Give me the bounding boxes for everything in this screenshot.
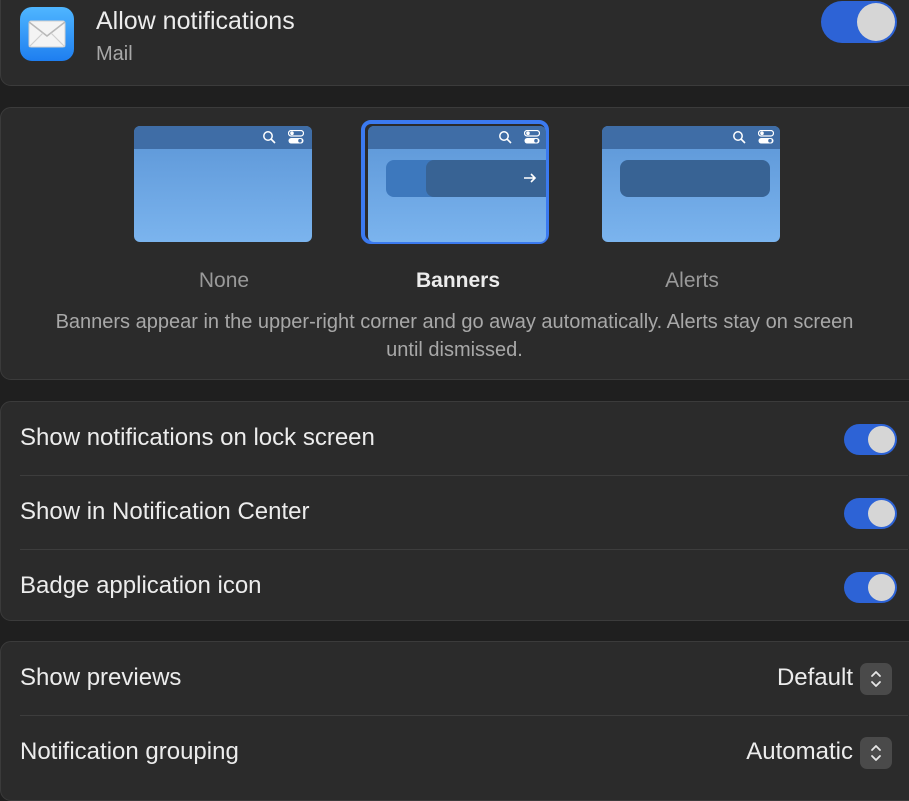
toggle-knob <box>868 500 895 527</box>
badge-icon-row: Badge application icon <box>1 550 909 624</box>
alert-card <box>620 160 770 197</box>
show-previews-value[interactable]: Default <box>777 664 853 692</box>
allow-notifications-label: Allow notifications <box>96 7 295 35</box>
banners-preview-thumbnail <box>368 126 546 242</box>
search-icon <box>732 130 746 149</box>
toggle-knob <box>857 3 895 41</box>
alert-style-option-alerts[interactable]: Alerts <box>602 126 782 292</box>
menu-bar <box>602 126 780 149</box>
lock-screen-label: Show notifications on lock screen <box>20 424 375 451</box>
control-center-icon <box>523 129 541 149</box>
toggle-knob <box>868 574 895 601</box>
allow-notifications-toggle[interactable] <box>821 1 897 43</box>
alert-style-label: None <box>198 269 250 292</box>
app-name-label: Mail <box>96 43 133 65</box>
show-previews-label: Show previews <box>20 664 182 691</box>
allow-notifications-card: Allow notifications Mail <box>0 0 909 86</box>
alert-style-card: None Banners Alerts Banners appear in th… <box>0 107 909 380</box>
search-icon <box>262 130 276 149</box>
search-icon <box>498 130 512 149</box>
notification-center-row: Show in Notification Center <box>1 476 909 550</box>
alert-style-label: Alerts <box>665 269 719 292</box>
badge-icon-label: Badge application icon <box>20 572 262 599</box>
chevron-up-down-icon[interactable] <box>860 737 892 769</box>
lock-screen-row: Show notifications on lock screen <box>1 402 909 476</box>
alert-style-label: Banners <box>415 269 501 292</box>
notification-grouping-value[interactable]: Automatic <box>746 738 853 766</box>
notification-grouping-row: Notification grouping Automatic <box>1 716 909 790</box>
lock-screen-toggle[interactable] <box>844 424 897 455</box>
show-previews-row: Show previews Default <box>1 642 909 716</box>
alert-style-option-banners[interactable]: Banners <box>361 120 549 292</box>
control-center-icon <box>287 129 305 149</box>
menu-bar <box>134 126 312 149</box>
notification-center-label: Show in Notification Center <box>20 498 310 525</box>
toggle-knob <box>868 426 895 453</box>
none-preview-thumbnail <box>134 126 312 242</box>
menu-bar <box>368 126 546 149</box>
badge-icon-toggle[interactable] <box>844 572 897 603</box>
alerts-preview-thumbnail <box>602 126 780 242</box>
alert-style-description: Banners appear in the upper-right corner… <box>55 311 854 361</box>
arrow-right-icon <box>523 171 537 190</box>
notification-center-toggle[interactable] <box>844 498 897 529</box>
notification-toggles-card: Show notifications on lock screen Show i… <box>0 401 909 621</box>
mail-envelope-icon <box>20 7 74 61</box>
notification-options-card: Show previews Default Notification group… <box>0 641 909 801</box>
notification-grouping-label: Notification grouping <box>20 738 239 765</box>
alert-style-option-none[interactable]: None <box>134 126 314 292</box>
chevron-up-down-icon[interactable] <box>860 663 892 695</box>
control-center-icon <box>757 129 775 149</box>
